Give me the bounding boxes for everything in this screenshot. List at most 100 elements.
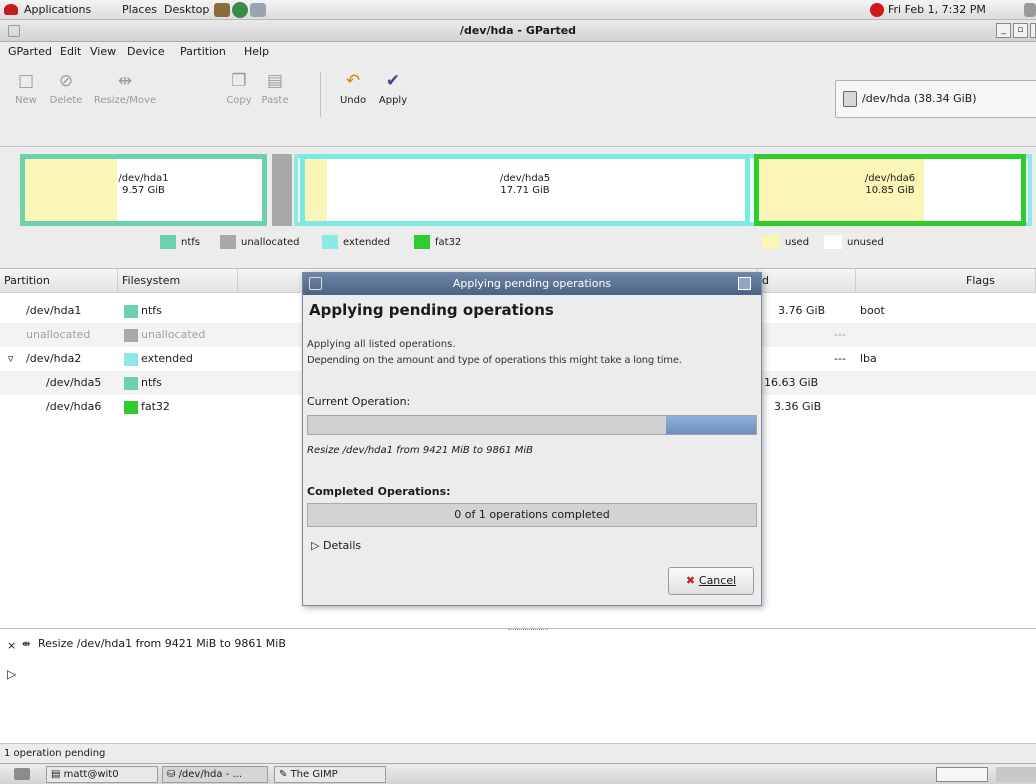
- launcher-icon[interactable]: [214, 3, 230, 17]
- show-desktop-icon[interactable]: [14, 768, 30, 780]
- redhat-icon[interactable]: [4, 4, 18, 15]
- new-button[interactable]: □ New: [10, 70, 42, 106]
- partition-name: /dev/hda1: [118, 173, 169, 184]
- dialog-app-icon: [309, 277, 322, 290]
- undo-icon: ↶: [345, 71, 361, 91]
- menu-help[interactable]: Help: [244, 42, 269, 62]
- menu-view[interactable]: View: [90, 42, 116, 62]
- current-operation-progressbar: [307, 415, 757, 435]
- filesystem-label: ntfs: [141, 304, 162, 317]
- window-title: /dev/hda - GParted: [459, 24, 577, 37]
- clock[interactable]: Fri Feb 1, 7:32 PM: [888, 0, 986, 20]
- delete-button[interactable]: ⊘ Delete: [48, 70, 84, 106]
- delete-label: Delete: [49, 95, 83, 106]
- unallocated-swatch: [220, 235, 236, 249]
- new-label: New: [15, 95, 37, 106]
- partition-cell: /dev/hda2: [26, 352, 82, 365]
- legend-ntfs-label: ntfs: [181, 237, 200, 248]
- menu-partition[interactable]: Partition: [180, 42, 226, 62]
- places-menu[interactable]: Places: [122, 0, 157, 20]
- filesystem-label: ntfs: [141, 376, 162, 389]
- fs-swatch: [124, 376, 138, 390]
- partition-block-hda6[interactable]: /dev/hda6 10.85 GiB: [754, 154, 1026, 226]
- copy-label: Copy: [226, 95, 252, 106]
- menu-device[interactable]: Device: [127, 42, 165, 62]
- unallocated-block[interactable]: [272, 154, 292, 226]
- taskbar-terminal[interactable]: ▤ matt@wit0: [46, 766, 158, 783]
- partition-size: 9.57 GiB: [122, 185, 165, 196]
- taskbar-gimp[interactable]: ✎ The GIMP: [274, 766, 386, 783]
- close-button[interactable]: [1030, 23, 1036, 38]
- filesystem-label: fat32: [141, 400, 170, 413]
- extended-swatch: [322, 235, 338, 249]
- menu-edit[interactable]: Edit: [60, 42, 81, 62]
- pane-grip[interactable]: [508, 629, 548, 632]
- dialog-heading: Applying pending operations: [309, 301, 554, 319]
- cancel-label: Cancel: [698, 574, 737, 587]
- partition-block-hda1[interactable]: /dev/hda1 9.57 GiB: [20, 154, 267, 226]
- partition-block-hda5-label: /dev/hda5 17.71 GiB: [305, 173, 745, 197]
- column-header-filesystem[interactable]: Filesystem: [118, 269, 238, 293]
- device-selector[interactable]: /dev/hda (38.34 GiB): [835, 80, 1036, 118]
- undo-button[interactable]: ↶ Undo: [336, 70, 370, 106]
- filesystem-cell: unallocated: [124, 323, 205, 347]
- gimp-icon: ✎: [279, 769, 291, 780]
- undo-label: Undo: [339, 95, 367, 106]
- apply-checkmark-icon: ✔: [385, 71, 401, 91]
- browser-icon[interactable]: [232, 2, 248, 18]
- dialog-titlebar[interactable]: Applying pending operations: [303, 273, 761, 295]
- close-pane-icon[interactable]: ×: [7, 639, 16, 652]
- taskbar-gparted[interactable]: ⛁ /dev/hda - ...: [162, 766, 268, 783]
- legend-unallocated-label: unallocated: [241, 237, 300, 248]
- legend-used-label: used: [785, 237, 810, 248]
- toolbar-separator: [320, 72, 321, 117]
- flags-cell: lba: [860, 352, 877, 365]
- update-notifier-icon[interactable]: [870, 3, 884, 17]
- cancel-button[interactable]: ✖ Cancel: [668, 567, 754, 595]
- desktop-menu[interactable]: Desktop: [164, 0, 209, 20]
- partition-block-hda1-label: /dev/hda1 9.57 GiB: [25, 173, 262, 197]
- pending-operation-item[interactable]: Resize /dev/hda1 from 9421 MiB to 9861 M…: [38, 637, 286, 650]
- apply-operations-dialog: Applying pending operations Applying pen…: [302, 272, 762, 606]
- used-swatch: [762, 235, 780, 249]
- expander-arrow-icon: ▷: [311, 539, 323, 552]
- applications-menu[interactable]: Applications: [24, 0, 91, 20]
- fat32-swatch: [414, 235, 430, 249]
- unused-swatch: [824, 235, 842, 249]
- dialog-description-line2: Depending on the amount and type of oper…: [307, 355, 682, 366]
- menu-gparted[interactable]: GParted: [8, 42, 52, 62]
- window-titlebar[interactable]: /dev/hda - GParted _ ▫: [0, 20, 1036, 42]
- filesystem-label: unallocated: [141, 328, 206, 341]
- taskbar-terminal-label: matt@wit0: [63, 769, 119, 780]
- workspace-switcher[interactable]: [936, 767, 988, 782]
- partition-block-hda5[interactable]: /dev/hda5 17.71 GiB: [300, 154, 750, 226]
- paste-button[interactable]: ▤ Paste: [258, 70, 292, 106]
- mail-icon[interactable]: [250, 3, 266, 17]
- copy-button[interactable]: ❐ Copy: [224, 70, 254, 106]
- details-expander[interactable]: ▷ Details: [311, 539, 361, 552]
- top-panel: Applications Places Desktop Fri Feb 1, 7…: [0, 0, 1036, 20]
- resize-move-button[interactable]: ⇹ Resize/Move: [92, 70, 158, 106]
- progress-fill: [666, 416, 756, 434]
- column-header-flags[interactable]: Flags: [856, 269, 1036, 293]
- trash-icon[interactable]: [996, 767, 1036, 782]
- maximize-button[interactable]: ▫: [1013, 23, 1028, 38]
- column-header-partition[interactable]: Partition: [0, 269, 118, 293]
- volume-icon[interactable]: [1024, 3, 1036, 17]
- device-selector-label: /dev/hda (38.34 GiB): [862, 92, 977, 105]
- column-header-used[interactable]: d: [758, 269, 856, 293]
- new-icon: □: [17, 71, 35, 91]
- legend-unused-label: unused: [847, 237, 884, 248]
- legend-extended: extended: [322, 235, 390, 251]
- apply-button[interactable]: ✔ Apply: [374, 70, 412, 106]
- dialog-close-button[interactable]: [738, 277, 751, 290]
- partition-block-hda6-label: /dev/hda6 10.85 GiB: [759, 173, 1021, 197]
- partition-name: /dev/hda5: [499, 173, 551, 184]
- resize-operation-icon: ⇼: [22, 639, 31, 650]
- used-cell: ---: [834, 328, 846, 341]
- legend-ntfs: ntfs: [160, 235, 200, 251]
- expand-log-icon[interactable]: ▷: [7, 667, 16, 681]
- legend-fat32: fat32: [414, 235, 461, 251]
- minimize-button[interactable]: _: [996, 23, 1011, 38]
- expander-arrow-icon[interactable]: ▿: [8, 347, 14, 371]
